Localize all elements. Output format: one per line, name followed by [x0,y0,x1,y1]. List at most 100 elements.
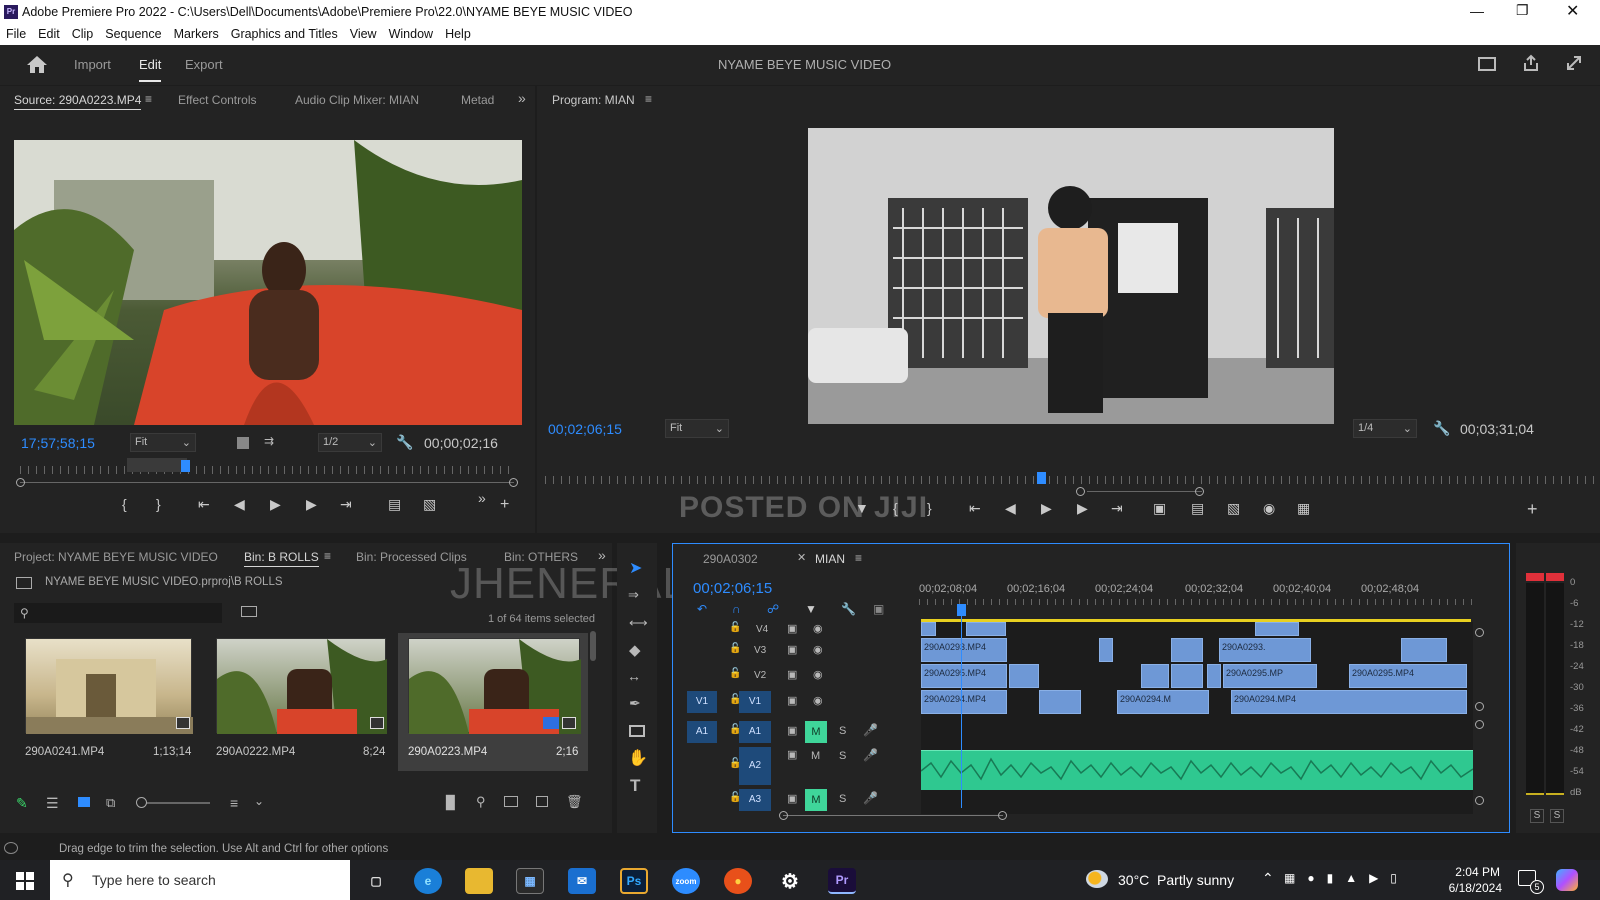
task-view-icon[interactable]: ▢ [362,868,390,894]
menu-clip[interactable]: Clip [66,24,100,41]
tab-source[interactable]: Source: 290A0223.MP4 [14,93,142,110]
firefox-icon[interactable]: ● [724,868,752,894]
microphone-icon[interactable]: 🎤 [863,723,878,737]
program-time-ruler[interactable] [545,476,1595,484]
timeline-clip[interactable] [1171,638,1203,662]
lock-icon[interactable]: 🔓 [729,668,741,679]
overwrite-clip-icon[interactable]: ▧ [423,496,436,513]
pencil-icon[interactable]: ✎ [16,795,28,812]
icon-view-icon[interactable] [78,797,90,807]
solo-button[interactable]: S [839,793,846,805]
taskbar-search-input[interactable]: ⚲ Type here to search [50,860,350,900]
slip-tool-icon[interactable]: ↔ [627,668,641,684]
copilot-icon[interactable] [1556,869,1578,891]
meter-solo-right[interactable]: S [1550,809,1564,823]
solo-button[interactable]: S [839,750,846,762]
zoom-slider[interactable] [136,797,210,808]
bin-item[interactable]: 290A0222.MP4 8;24 [208,638,387,768]
add-marker-icon[interactable]: ▼ [805,602,817,616]
photoshop-icon[interactable]: Ps [620,868,648,894]
tab-metadata[interactable]: Metad [461,93,494,107]
program-resolution-dropdown[interactable]: 1/4 ⌄ [1353,419,1417,438]
restore-icon[interactable]: ❐ [1516,2,1529,19]
step-forward-icon[interactable]: ▶ [306,496,317,513]
toggle-sync-icon[interactable]: ▣ [787,792,797,805]
timeline-clip[interactable] [1039,690,1081,714]
timeline-clip[interactable]: 290A0294.M [1117,690,1209,714]
lift-icon[interactable]: ▤ [1191,500,1204,517]
solo-button[interactable]: S [839,725,846,737]
source-time-ruler[interactable] [20,466,510,474]
audio-clip-waveform[interactable] [920,750,1474,790]
add-button-icon[interactable]: + [1527,499,1538,520]
scroll-handle[interactable] [1475,702,1484,711]
source-timecode[interactable]: 17;57;58;15 [21,435,95,451]
close-icon[interactable]: ✕ [1566,1,1579,21]
mute-button[interactable]: M [805,789,827,811]
zoom-handle-right[interactable] [509,478,518,487]
program-timecode[interactable]: 00;02;06;15 [548,421,622,437]
clock-time[interactable]: 2:04 PM [1448,865,1500,879]
settings-square-icon[interactable] [237,437,249,449]
edge-icon[interactable]: e [414,868,442,894]
source-resolution-dropdown[interactable]: 1/2 ⌄ [318,433,382,452]
store-icon[interactable]: ▦ [516,868,544,894]
insert-clip-icon[interactable]: ▤ [388,496,401,513]
selection-tool-icon[interactable]: ➤ [629,558,642,578]
snap-icon[interactable]: ∩ [732,602,741,616]
linked-selection-icon[interactable]: ☍ [767,602,779,616]
go-to-in-icon[interactable]: ⇤ [969,500,981,517]
project-search-input[interactable]: ⚲ [14,603,222,623]
meter-solo-left[interactable]: S [1530,809,1544,823]
go-to-in-icon[interactable]: ⇤ [198,496,210,513]
export-frame-camera-icon[interactable]: ◉ [1263,500,1275,517]
menu-view[interactable]: View [344,24,383,41]
new-item-icon[interactable] [536,796,548,807]
eye-icon[interactable]: ◉ [813,668,823,681]
fullscreen-icon[interactable] [1565,54,1583,75]
tab-sequence-290a0302[interactable]: 290A0302 [703,552,758,566]
play-icon[interactable]: ▶ [1041,500,1052,517]
lock-icon[interactable]: 🔓 [729,622,741,633]
hand-tool-icon[interactable]: ✋ [628,748,648,768]
ripple-edit-tool-icon[interactable]: ⟷ [629,615,648,631]
menu-markers[interactable]: Markers [168,24,225,41]
zoom-handle-right[interactable] [998,811,1007,820]
timeline-clip[interactable] [1099,638,1113,662]
play-in-to-out-icon[interactable]: ▣ [1153,500,1166,517]
step-back-icon[interactable]: ◀ [1005,500,1016,517]
timeline-ruler[interactable]: 00;02;08;04 00;02;16;04 00;02;24;04 00;0… [919,577,1479,607]
tab-sequence-mian[interactable]: MIAN [815,552,845,566]
comparison-view-icon[interactable]: ▦ [1297,500,1310,517]
zoom-handle-right[interactable] [1195,487,1204,496]
timeline-clip[interactable] [1141,664,1169,688]
track-select-tool-icon[interactable]: ⇒ [628,587,639,603]
automate-to-sequence-icon[interactable]: ▉ [446,795,456,811]
minimize-icon[interactable]: — [1470,3,1484,19]
toggle-sync-icon[interactable]: ▣ [787,668,797,681]
timeline-clip[interactable]: 290A0295.MP4 [921,664,1007,688]
timeline-clip[interactable]: 290A0294.MP4 [921,690,1007,714]
track-area[interactable]: 290A0293.MP4 290A0293. 290A0295.MP4 290A… [920,622,1474,814]
tray-icons[interactable]: ▦●▮▲▶▯ [1284,871,1409,885]
close-tab-icon[interactable]: ✕ [797,551,806,564]
eye-icon[interactable]: ◉ [813,694,823,707]
toggle-sync-icon[interactable]: ▣ [787,694,797,707]
timeline-clip[interactable] [1207,664,1221,688]
captions-icon[interactable]: ▣ [873,602,884,616]
menu-sequence[interactable]: Sequence [99,24,167,41]
timeline-clip[interactable]: 290A0293. [1219,638,1311,662]
panel-menu-icon[interactable]: ≡ [855,551,862,565]
tab-audio-clip-mixer[interactable]: Audio Clip Mixer: MIAN [295,93,419,107]
tab-project[interactable]: Project: NYAME BEYE MUSIC VIDEO [14,550,218,564]
panel-menu-icon[interactable]: ≡ [645,92,652,106]
step-forward-icon[interactable]: ▶ [1077,500,1088,517]
windows-start-icon[interactable] [16,872,34,890]
timeline-clip[interactable] [966,622,1006,636]
zoom-icon[interactable]: zoom [672,868,700,894]
mute-button[interactable]: M [811,750,820,762]
settings-wrench-icon[interactable]: 🔧 [841,602,856,616]
microphone-icon[interactable]: 🎤 [863,791,878,805]
more-controls-icon[interactable]: » [478,490,486,506]
source-playhead[interactable] [181,460,190,472]
